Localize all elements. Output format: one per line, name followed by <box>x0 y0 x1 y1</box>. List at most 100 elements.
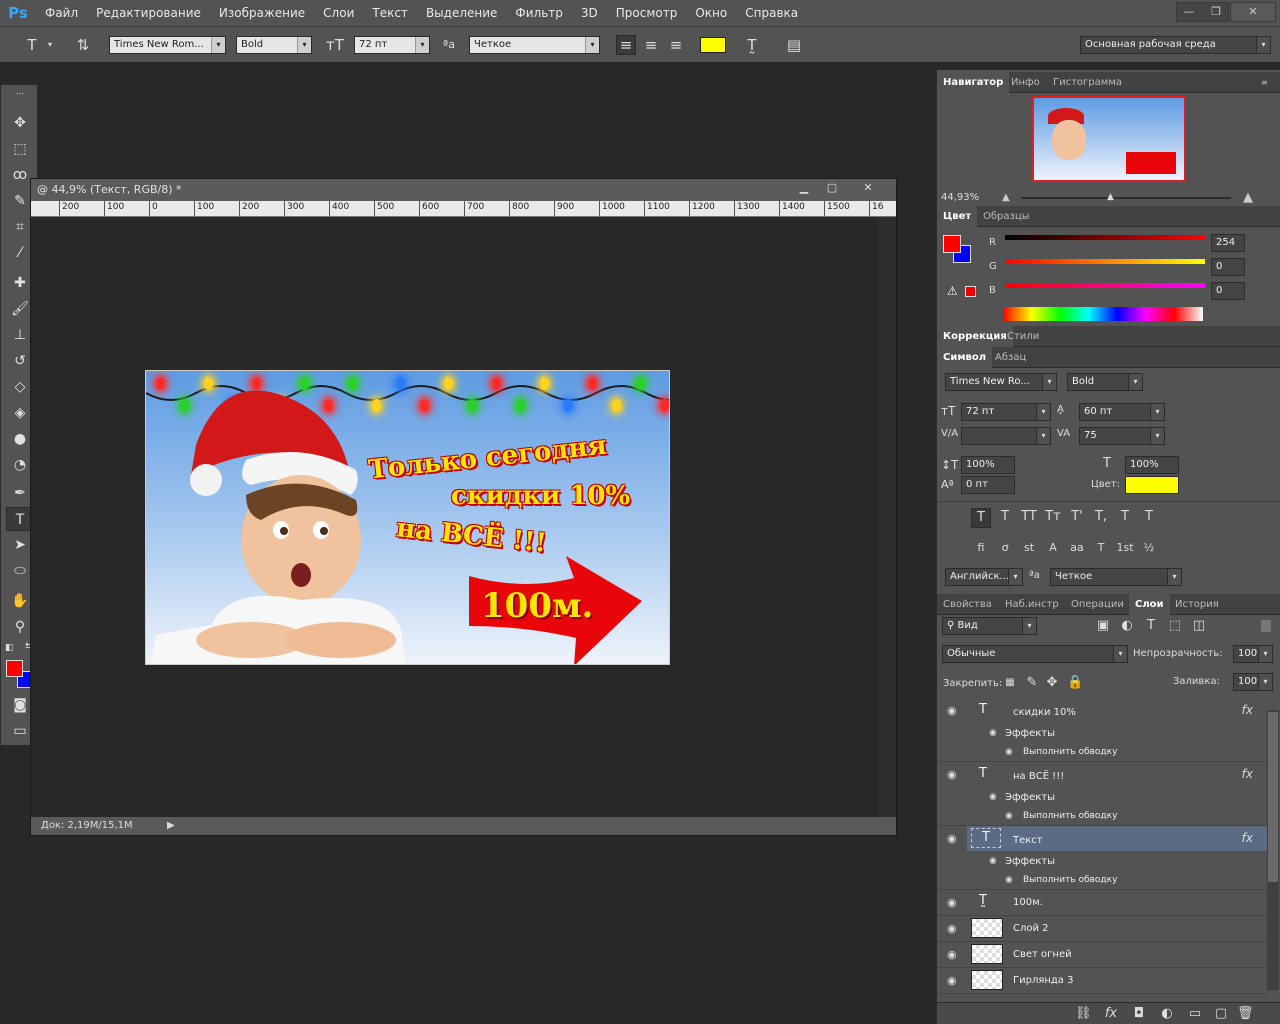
menu-3d[interactable]: 3D <box>572 6 607 20</box>
fill-field[interactable]: 100% ▾ <box>1233 673 1273 691</box>
eye-visibility-icon[interactable]: ◉ <box>947 832 957 845</box>
opentype-button[interactable]: ½ <box>1139 539 1159 557</box>
char-vertical-scale-field[interactable]: 100% <box>961 456 1015 474</box>
type-style-button[interactable]: T' <box>1067 508 1087 526</box>
tab-history[interactable]: История <box>1169 594 1225 615</box>
tab-navigator[interactable]: Навигатор <box>937 72 1010 93</box>
layer-name[interactable]: на ВСЁ !!! <box>1013 771 1064 782</box>
eye-visibility-icon[interactable]: ◉ <box>989 856 997 866</box>
close-app-button[interactable]: ✕ <box>1230 2 1276 22</box>
tab-actions[interactable]: Операции <box>1065 594 1130 615</box>
layer-name[interactable]: 100м. <box>1013 897 1043 908</box>
g-value-field[interactable]: 0 <box>1211 258 1245 276</box>
panel-menu-icon[interactable]: ≡ <box>1255 72 1274 93</box>
zoom-in-icon[interactable]: ▲ <box>1243 190 1253 205</box>
foreground-color-swatch[interactable] <box>6 660 23 677</box>
type-style-button[interactable]: T <box>971 508 991 528</box>
filter-adjustment-icon[interactable]: ◐ <box>1119 617 1135 635</box>
blend-mode-select[interactable]: Обычные ▾ <box>942 645 1128 663</box>
layer-name[interactable]: Свет огней <box>1013 949 1072 960</box>
document-title-bar[interactable]: @ 44,9% (Текст, RGB/8) * <box>31 179 896 201</box>
menu-file[interactable]: Файл <box>36 6 87 20</box>
color-ramp[interactable] <box>1003 307 1203 321</box>
tab-swatches[interactable]: Образцы <box>977 206 1036 227</box>
type-style-button[interactable]: T <box>995 508 1015 526</box>
eye-visibility-icon[interactable]: ◉ <box>947 896 957 909</box>
type-style-button[interactable]: T, <box>1091 508 1111 526</box>
tab-character[interactable]: Символ <box>937 347 993 368</box>
lock-transparency-icon[interactable]: ▦ <box>1003 674 1017 692</box>
tab-tool-presets[interactable]: Наб.инстр <box>999 594 1065 615</box>
menu-filter[interactable]: Фильтр <box>506 6 571 20</box>
tab-info[interactable]: Инфо <box>1005 72 1046 93</box>
default-colors-icon[interactable]: ◧ <box>5 643 14 653</box>
warp-text-icon[interactable]: T̰ <box>742 36 762 54</box>
filter-shape-icon[interactable]: ⬚ <box>1167 617 1183 635</box>
opentype-button[interactable]: T <box>1091 539 1111 557</box>
zoom-slider-track[interactable] <box>1021 197 1231 199</box>
add-mask-icon[interactable]: ◘ <box>1131 1005 1147 1023</box>
layer-row-selected[interactable]: ◉ T Текст fx ◉ Эффекты ◉ Выполнить обвод… <box>937 826 1267 890</box>
vertical-scrollbar[interactable] <box>879 217 896 817</box>
layer-name[interactable]: скидки 10% <box>1013 707 1076 718</box>
antialias-select[interactable]: Четкое ▾ <box>469 36 600 54</box>
menu-view[interactable]: Просмотр <box>607 6 687 20</box>
eye-visibility-icon[interactable]: ◉ <box>1005 875 1013 885</box>
new-group-icon[interactable]: ▭ <box>1187 1005 1203 1023</box>
type-style-button[interactable]: T <box>1115 508 1135 526</box>
menu-edit[interactable]: Редактирование <box>87 6 210 20</box>
eye-visibility-icon[interactable]: ◉ <box>947 974 957 987</box>
char-color-swatch[interactable] <box>1125 476 1179 494</box>
menu-select[interactable]: Выделение <box>417 6 506 20</box>
zoom-out-icon[interactable]: ▲ <box>1002 192 1010 203</box>
text-color-swatch[interactable] <box>700 37 726 53</box>
layer-row[interactable]: ◉ T на ВСЁ !!! fx ◉ Эффекты ◉ Выполнить … <box>937 762 1267 826</box>
layer-row[interactable]: ◉ T скидки 10% fx ◉ Эффекты ◉ Выполнить … <box>937 698 1267 762</box>
eye-visibility-icon[interactable]: ◉ <box>989 792 997 802</box>
color-foreground-swatch[interactable] <box>943 235 961 253</box>
menu-type[interactable]: Текст <box>363 6 417 20</box>
type-tool-preset-icon[interactable]: T <box>22 36 42 54</box>
opentype-button[interactable]: fi <box>971 539 991 557</box>
filter-toggle[interactable] <box>1261 620 1271 632</box>
char-font-style-select[interactable]: Bold ▾ <box>1067 373 1143 391</box>
layer-name[interactable]: Гирлянда 3 <box>1013 975 1073 986</box>
align-left-icon[interactable]: ≡ <box>616 35 636 55</box>
eye-visibility-icon[interactable]: ◉ <box>1005 747 1013 757</box>
doc-close-button[interactable]: ✕ <box>855 181 881 199</box>
delete-layer-icon[interactable]: 🗑 <box>1237 1005 1254 1023</box>
layer-row[interactable]: ◉ T̰ 100м. <box>937 890 1267 916</box>
opentype-button[interactable]: aa <box>1067 539 1087 557</box>
opentype-button[interactable]: ơ <box>995 539 1015 557</box>
gamut-warning-icon[interactable]: ⚠ <box>947 284 958 298</box>
g-slider[interactable] <box>1005 259 1205 264</box>
language-select[interactable]: Английск... ▾ <box>945 568 1023 586</box>
workspace-select[interactable]: Основная рабочая среда ▾ <box>1080 36 1271 54</box>
add-style-icon[interactable]: fx <box>1103 1005 1119 1023</box>
b-value-field[interactable]: 0 <box>1211 282 1245 300</box>
layer-filter-select[interactable]: ⚲ Вид ▾ <box>942 617 1037 635</box>
char-font-size-select[interactable]: 72 пт ▾ <box>961 403 1051 421</box>
layers-scrollbar-thumb[interactable] <box>1268 712 1278 882</box>
filter-pixel-icon[interactable]: ▣ <box>1095 617 1111 635</box>
align-center-icon[interactable]: ≡ <box>641 36 661 54</box>
preset-dropdown-arrow-icon[interactable]: ▾ <box>44 36 56 54</box>
align-right-icon[interactable]: ≡ <box>666 36 686 54</box>
eye-visibility-icon[interactable]: ◉ <box>947 768 957 781</box>
toggle-orientation-icon[interactable]: ⇅ <box>72 36 94 54</box>
tab-histogram[interactable]: Гистограмма <box>1047 72 1128 93</box>
r-slider[interactable] <box>1005 235 1205 240</box>
layer-name[interactable]: Слой 2 <box>1013 923 1049 934</box>
navigator-zoom-value[interactable]: 44,93% <box>941 192 979 203</box>
link-layers-icon[interactable]: ⛓ <box>1075 1005 1092 1023</box>
font-family-select[interactable]: Times New Rom... ▾ <box>109 36 226 54</box>
b-slider[interactable] <box>1005 283 1205 288</box>
eye-visibility-icon[interactable]: ◉ <box>989 728 997 738</box>
new-layer-icon[interactable]: ▢ <box>1213 1005 1229 1023</box>
tab-paragraph[interactable]: Абзац <box>989 347 1032 368</box>
fx-icon[interactable]: fx <box>1242 831 1253 845</box>
tab-properties[interactable]: Свойства <box>937 594 998 615</box>
fx-icon[interactable]: fx <box>1242 703 1253 717</box>
opentype-button[interactable]: st <box>1019 539 1039 557</box>
char-tracking-select[interactable]: 75 ▾ <box>1079 427 1165 445</box>
